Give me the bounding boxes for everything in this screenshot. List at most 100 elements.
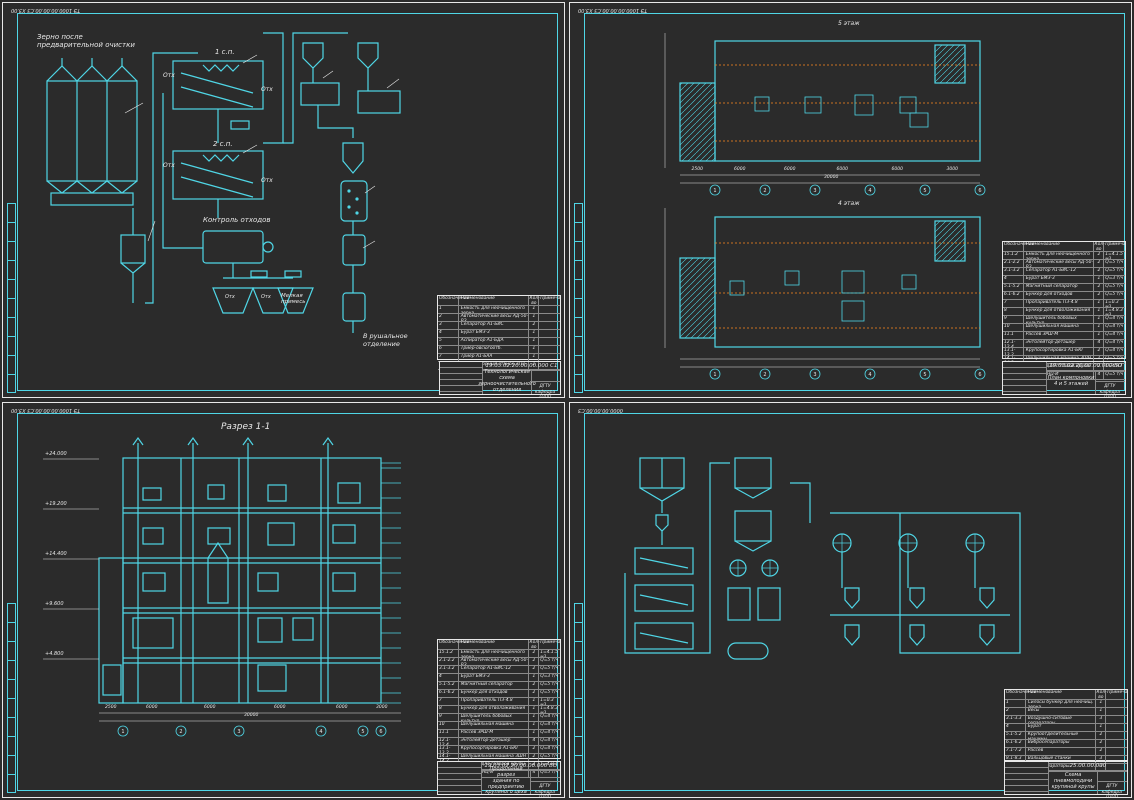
table-cell-qty: 2 bbox=[529, 690, 540, 697]
table-cell-qty: 4 bbox=[1094, 340, 1105, 347]
table-row: 7Пропариватель ПЗ-4.811=0.3 м3 bbox=[438, 698, 560, 706]
table-cell-pos: 9 bbox=[438, 714, 459, 721]
table-row: 11.1 Рассев ЗРШ-М 1 Q=4 т/ч bbox=[438, 730, 560, 738]
axis-label: 6 bbox=[978, 188, 981, 194]
table-cell-qty: 1 bbox=[1096, 724, 1107, 731]
table-cell-pos: 2.1-2.2 bbox=[438, 658, 459, 665]
spec-table: ОбозначениеНаименованиеКол-воПримечание … bbox=[1004, 689, 1128, 772]
sheet-section[interactable]: ТЭ 1000.00.00.00.С3 ХЗ.00 123456 Разрез … bbox=[2, 402, 565, 800]
table-cell-qty: 2 bbox=[1094, 348, 1105, 355]
table-cell-name: Весы bbox=[1026, 708, 1097, 715]
axis-label: 2 bbox=[179, 729, 182, 735]
table-cell-pos: 5 bbox=[438, 338, 459, 345]
axis-label: 4 bbox=[868, 372, 871, 378]
table-cell-name: Крупоотделительные машины bbox=[1026, 732, 1097, 739]
title-block: 19.03.02.20.00.00.000 ВО План компоновки… bbox=[1002, 361, 1126, 400]
axis-label: 6 bbox=[978, 372, 981, 378]
table-cell-note: 1=0.3 м3 bbox=[1105, 300, 1119, 307]
axis-label: 2 bbox=[763, 188, 766, 194]
axis-label: 4 bbox=[868, 188, 871, 194]
sheet-cleaning-scheme[interactable]: ТЭ 1000.00.00.00.С3 ХЗ.00 Зерно после пр… bbox=[2, 2, 565, 400]
dimension-label: 6000 bbox=[336, 705, 348, 710]
table-cell-qty: 2 bbox=[529, 650, 540, 657]
title-block: 19.03.02.20.00.00.000 С1 Технологическая… bbox=[439, 361, 561, 400]
table-cell-name: Силосы бункер для неочищ. зерна bbox=[1026, 700, 1097, 707]
table-cell-note bbox=[1106, 700, 1127, 707]
table-cell-note: 1=4.8.3 м3 bbox=[540, 706, 558, 713]
table-row: 8Бункер для отволаживания11=4.8.3 м3 bbox=[438, 706, 560, 714]
table-cell-name: Бурат БМЗ-3 bbox=[1024, 276, 1095, 283]
table-cell-pos: 8 bbox=[1003, 308, 1024, 315]
table-cell-note bbox=[539, 306, 560, 313]
table-cell-pos: 13.1-13.2 bbox=[1003, 348, 1024, 355]
sheet-floor-plans[interactable]: ТЭ 1000.00.00.00.С3 ХЗ.00 1234 5 6 1 2 3… bbox=[569, 2, 1132, 400]
table-row: 7Пропариватель ПЗ-4.811=0.3 м3 bbox=[1003, 300, 1125, 308]
table-cell-qty: 1 bbox=[1096, 700, 1107, 707]
dimension-label: 2500 bbox=[105, 705, 117, 710]
axis-label: 5 bbox=[361, 729, 364, 735]
table-row: 13.1-13.2 Крупосортировка А1-БКГ 2 Q=4 т/ч bbox=[1003, 348, 1125, 356]
table-row: 10 Шелушильная машина 1 Q=4 т/ч bbox=[438, 722, 560, 730]
table-cell-pos: 14.1-14.2 bbox=[438, 754, 459, 761]
axis-label: 4 bbox=[319, 729, 322, 735]
table-cell-pos: 15.1.2 bbox=[438, 650, 459, 657]
table-cell-name: Вибросепараторы bbox=[1026, 740, 1097, 747]
table-row: 3.1-3.3Воздушно-ситовые сепараторы3 bbox=[1005, 716, 1127, 724]
drawing-title: Схема пневмоподачи крупяной крупы bbox=[1047, 769, 1099, 794]
axis-label: 5 bbox=[923, 372, 926, 378]
table-cell-note: Q=4 т/ч bbox=[1105, 316, 1124, 321]
table-cell-pos: 6 bbox=[438, 346, 459, 353]
dimension-label: 6000 bbox=[204, 705, 216, 710]
title-block: 25.00.00.000 Схема пневмоподачи крупяной… bbox=[1004, 761, 1128, 800]
table-cell-name: Рассев bbox=[1026, 748, 1097, 755]
axis-label: 2 bbox=[763, 372, 766, 378]
table-row: 2Автоматические весы АД-50-ВЗ1 bbox=[438, 314, 560, 322]
table-cell-pos: 4 bbox=[438, 674, 459, 681]
spec-table: ОбозначениеНаименованиеКол-воПримечание … bbox=[1002, 241, 1126, 380]
table-cell-pos: 2 bbox=[1005, 708, 1026, 715]
table-cell-qty: 1 bbox=[529, 354, 540, 361]
table-cell-name: Крупосортировка А1-БКГ bbox=[1024, 348, 1095, 355]
table-row: 3.1-3.2 Сепаратор А1-БИС-12 2 Q=5 т/ч bbox=[438, 666, 560, 674]
table-cell-pos: 7 bbox=[438, 354, 459, 361]
dimension-total: 30000 bbox=[824, 175, 839, 180]
table-cell-pos: 3 bbox=[438, 322, 459, 329]
table-cell-note: 1=4.8.3 м3 bbox=[1105, 308, 1123, 315]
table-row: 5.1-5.2 Магнитный сепаратор 2 Q=5 т/ч bbox=[438, 682, 560, 690]
section-title: Разрез 1-1 bbox=[221, 422, 271, 432]
title-block: 19.03.02.20.00.00.000 ВО Продольный разр… bbox=[437, 761, 561, 800]
table-cell-name: Бурат bbox=[1026, 724, 1097, 731]
cleaning-pass-1-label: 1 с.п. bbox=[215, 48, 235, 56]
table-cell-note: Q=3 т/ч bbox=[1105, 276, 1124, 281]
table-cell-note bbox=[1106, 748, 1127, 755]
table-cell-note bbox=[539, 322, 560, 329]
table-cell-pos: 7 bbox=[1003, 300, 1024, 307]
table-cell-pos: 4 bbox=[438, 330, 459, 337]
table-cell-qty: 1 bbox=[529, 730, 540, 737]
table-cell-name: Емкость для неочищенного зерна bbox=[459, 650, 530, 657]
table-row: 10 Шелушильная машина 1 Q=4 т/ч bbox=[1003, 324, 1125, 332]
table-cell-pos: 7 bbox=[438, 698, 459, 705]
table-cell-name: Шелушильная машина bbox=[1024, 324, 1095, 331]
table-cell-pos: 12.1-12.4 bbox=[438, 738, 459, 745]
table-cell-note: Q=5 т/ч bbox=[540, 682, 559, 687]
table-cell-name: Энтолейтор-деташер bbox=[459, 738, 530, 745]
level-mark: +19.200 bbox=[45, 501, 67, 507]
table-cell-name: Бурат БМЗ-3 bbox=[459, 330, 530, 337]
drawing-title: Продольный разрез здания по предприятию … bbox=[480, 767, 532, 795]
table-cell-note: Q=5 т/ч bbox=[540, 690, 559, 695]
table-cell-name: Бункер для отволаживания bbox=[1024, 308, 1095, 315]
table-cell-pos: 3.1-3.3 bbox=[1005, 716, 1026, 723]
table-cell-pos: 3.1-3.2 bbox=[1003, 268, 1024, 275]
waste-label: Отх bbox=[261, 294, 271, 300]
table-cell-pos: 4 bbox=[1005, 724, 1026, 731]
table-cell-qty: 2 bbox=[529, 746, 540, 753]
sheet-pneumatic-scheme[interactable]: 0000.00.00.00.СЗ Обозначение Наименовани… bbox=[569, 402, 1132, 800]
table-cell-name: Триер-овсюгоотб. bbox=[459, 346, 530, 353]
table-cell-qty: 2 bbox=[1094, 268, 1105, 275]
table-cell-name: Емкость для неочищенного зерна bbox=[459, 306, 530, 313]
table-row: 13.1-13.2 Крупосортировка А1-БКГ 2 Q=4 т/ч bbox=[438, 746, 560, 754]
table-row: 5 Аспиратор А1-БДА 1 bbox=[438, 338, 560, 346]
table-row: 4 Бурат БМЗ-3 1 Q=3 т/ч bbox=[438, 674, 560, 682]
table-cell-qty: 2 bbox=[529, 682, 540, 689]
